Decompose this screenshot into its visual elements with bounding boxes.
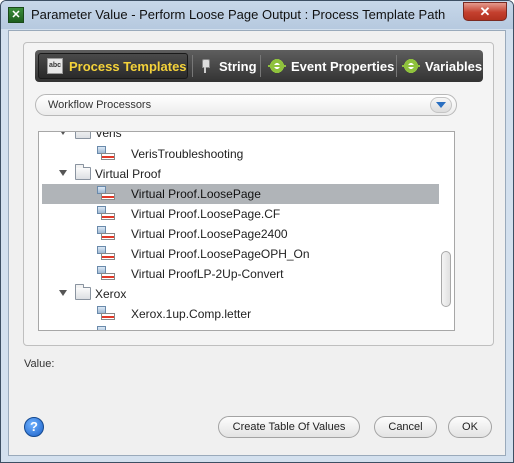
tree-item[interactable]: Virtual Proof.LoosePage2400 (39, 224, 439, 244)
tree-item[interactable]: Xerox.1up.Comp.letter (39, 304, 439, 324)
tab-separator (192, 55, 193, 77)
process-template-icon (97, 246, 115, 262)
create-table-of-values-button[interactable]: Create Table Of Values (218, 416, 360, 438)
process-template-icon (97, 186, 115, 202)
tab-string[interactable]: String (197, 53, 259, 79)
process-template-icon (97, 326, 115, 330)
process-template-icon (97, 266, 115, 282)
tree-item-label: Virtual Proof (95, 167, 161, 181)
dialog-window: ✕ Parameter Value - Perform Loose Page O… (0, 0, 514, 463)
tree-item-label: Virtual Proof.LoosePageOPH_On (131, 247, 310, 261)
process-template-icon (97, 206, 115, 222)
folder-icon (75, 164, 91, 180)
tree-item-label: Virtual ProofLP-2Up-Convert (131, 267, 284, 281)
tab-label: String (219, 58, 257, 74)
tab-variables[interactable]: Variables (402, 53, 483, 79)
folder-icon (75, 284, 91, 300)
tree-item[interactable]: Virtual Proof.LoosePage.CF (39, 204, 439, 224)
pin-icon (197, 58, 213, 74)
tree-folder-veris[interactable]: Veris (39, 131, 439, 143)
close-button[interactable]: ✕ (463, 2, 507, 21)
tree-item-label: Virtual Proof.LoosePage2400 (131, 227, 288, 241)
dialog-body: abc Process Templates String Event Prope… (8, 30, 506, 456)
expand-arrow-icon[interactable] (59, 290, 67, 296)
tree-item[interactable]: Virtual ProofLP-2Up-Convert (39, 264, 439, 284)
cancel-button[interactable]: Cancel (374, 416, 437, 438)
process-template-icon (97, 146, 115, 162)
tree-item-label: Veris (95, 131, 122, 140)
chevron-down-icon[interactable] (430, 97, 452, 113)
tree-scrollbar[interactable] (440, 133, 453, 329)
tree-item-label: Virtual Proof.LoosePage.CF (131, 207, 281, 221)
tab-label: Event Properties (291, 58, 395, 74)
expand-arrow-icon[interactable] (59, 132, 67, 135)
ok-button[interactable]: OK (448, 416, 492, 438)
tab-separator (260, 55, 261, 77)
template-tree[interactable]: Veris VerisTroubleshooting Virtual Proof… (38, 131, 455, 331)
tab-process-templates[interactable]: abc Process Templates (38, 53, 188, 79)
app-icon: ✕ (8, 7, 24, 23)
tree-item[interactable]: VerisTroubleshooting (39, 144, 439, 164)
tab-event-properties[interactable]: Event Properties (268, 53, 399, 79)
tree-folder-virtual-proof[interactable]: Virtual Proof (39, 164, 439, 184)
selection-panel: abc Process Templates String Event Prope… (23, 42, 494, 346)
value-label: Value: (24, 358, 55, 370)
tree-item-label: VerisTroubleshooting (131, 147, 244, 161)
help-button[interactable]: ? (24, 417, 44, 437)
tree-item-label: Xerox.1up.Comp.letter (131, 307, 252, 321)
abc-icon: abc (47, 58, 63, 74)
process-template-icon (97, 306, 115, 322)
process-template-icon (97, 226, 115, 242)
tab-label: Variables (425, 58, 483, 74)
title-bar[interactable]: ✕ Parameter Value - Perform Loose Page O… (1, 1, 513, 29)
tab-bar: abc Process Templates String Event Prope… (35, 50, 483, 82)
gear-icon (402, 58, 420, 74)
tab-label: Process Templates (69, 58, 187, 74)
window-title: Parameter Value - Perform Loose Page Out… (31, 7, 446, 22)
scrollbar-thumb[interactable] (441, 251, 451, 307)
tree-item-partial[interactable] (39, 324, 439, 330)
tree-item-label: Virtual Proof.LoosePage (131, 187, 261, 201)
tab-separator (396, 55, 397, 77)
dropdown-selected-value: Workflow Processors (48, 99, 152, 111)
tree-item[interactable]: Virtual Proof.LoosePageOPH_On (39, 244, 439, 264)
gear-icon (268, 58, 286, 74)
processor-dropdown[interactable]: Workflow Processors (35, 94, 457, 116)
tree-item-selected[interactable]: Virtual Proof.LoosePage (42, 184, 439, 204)
tree-item-label: Xerox (95, 287, 127, 301)
folder-icon (75, 132, 91, 139)
expand-arrow-icon[interactable] (59, 170, 67, 176)
tree-folder-xerox[interactable]: Xerox (39, 284, 439, 304)
